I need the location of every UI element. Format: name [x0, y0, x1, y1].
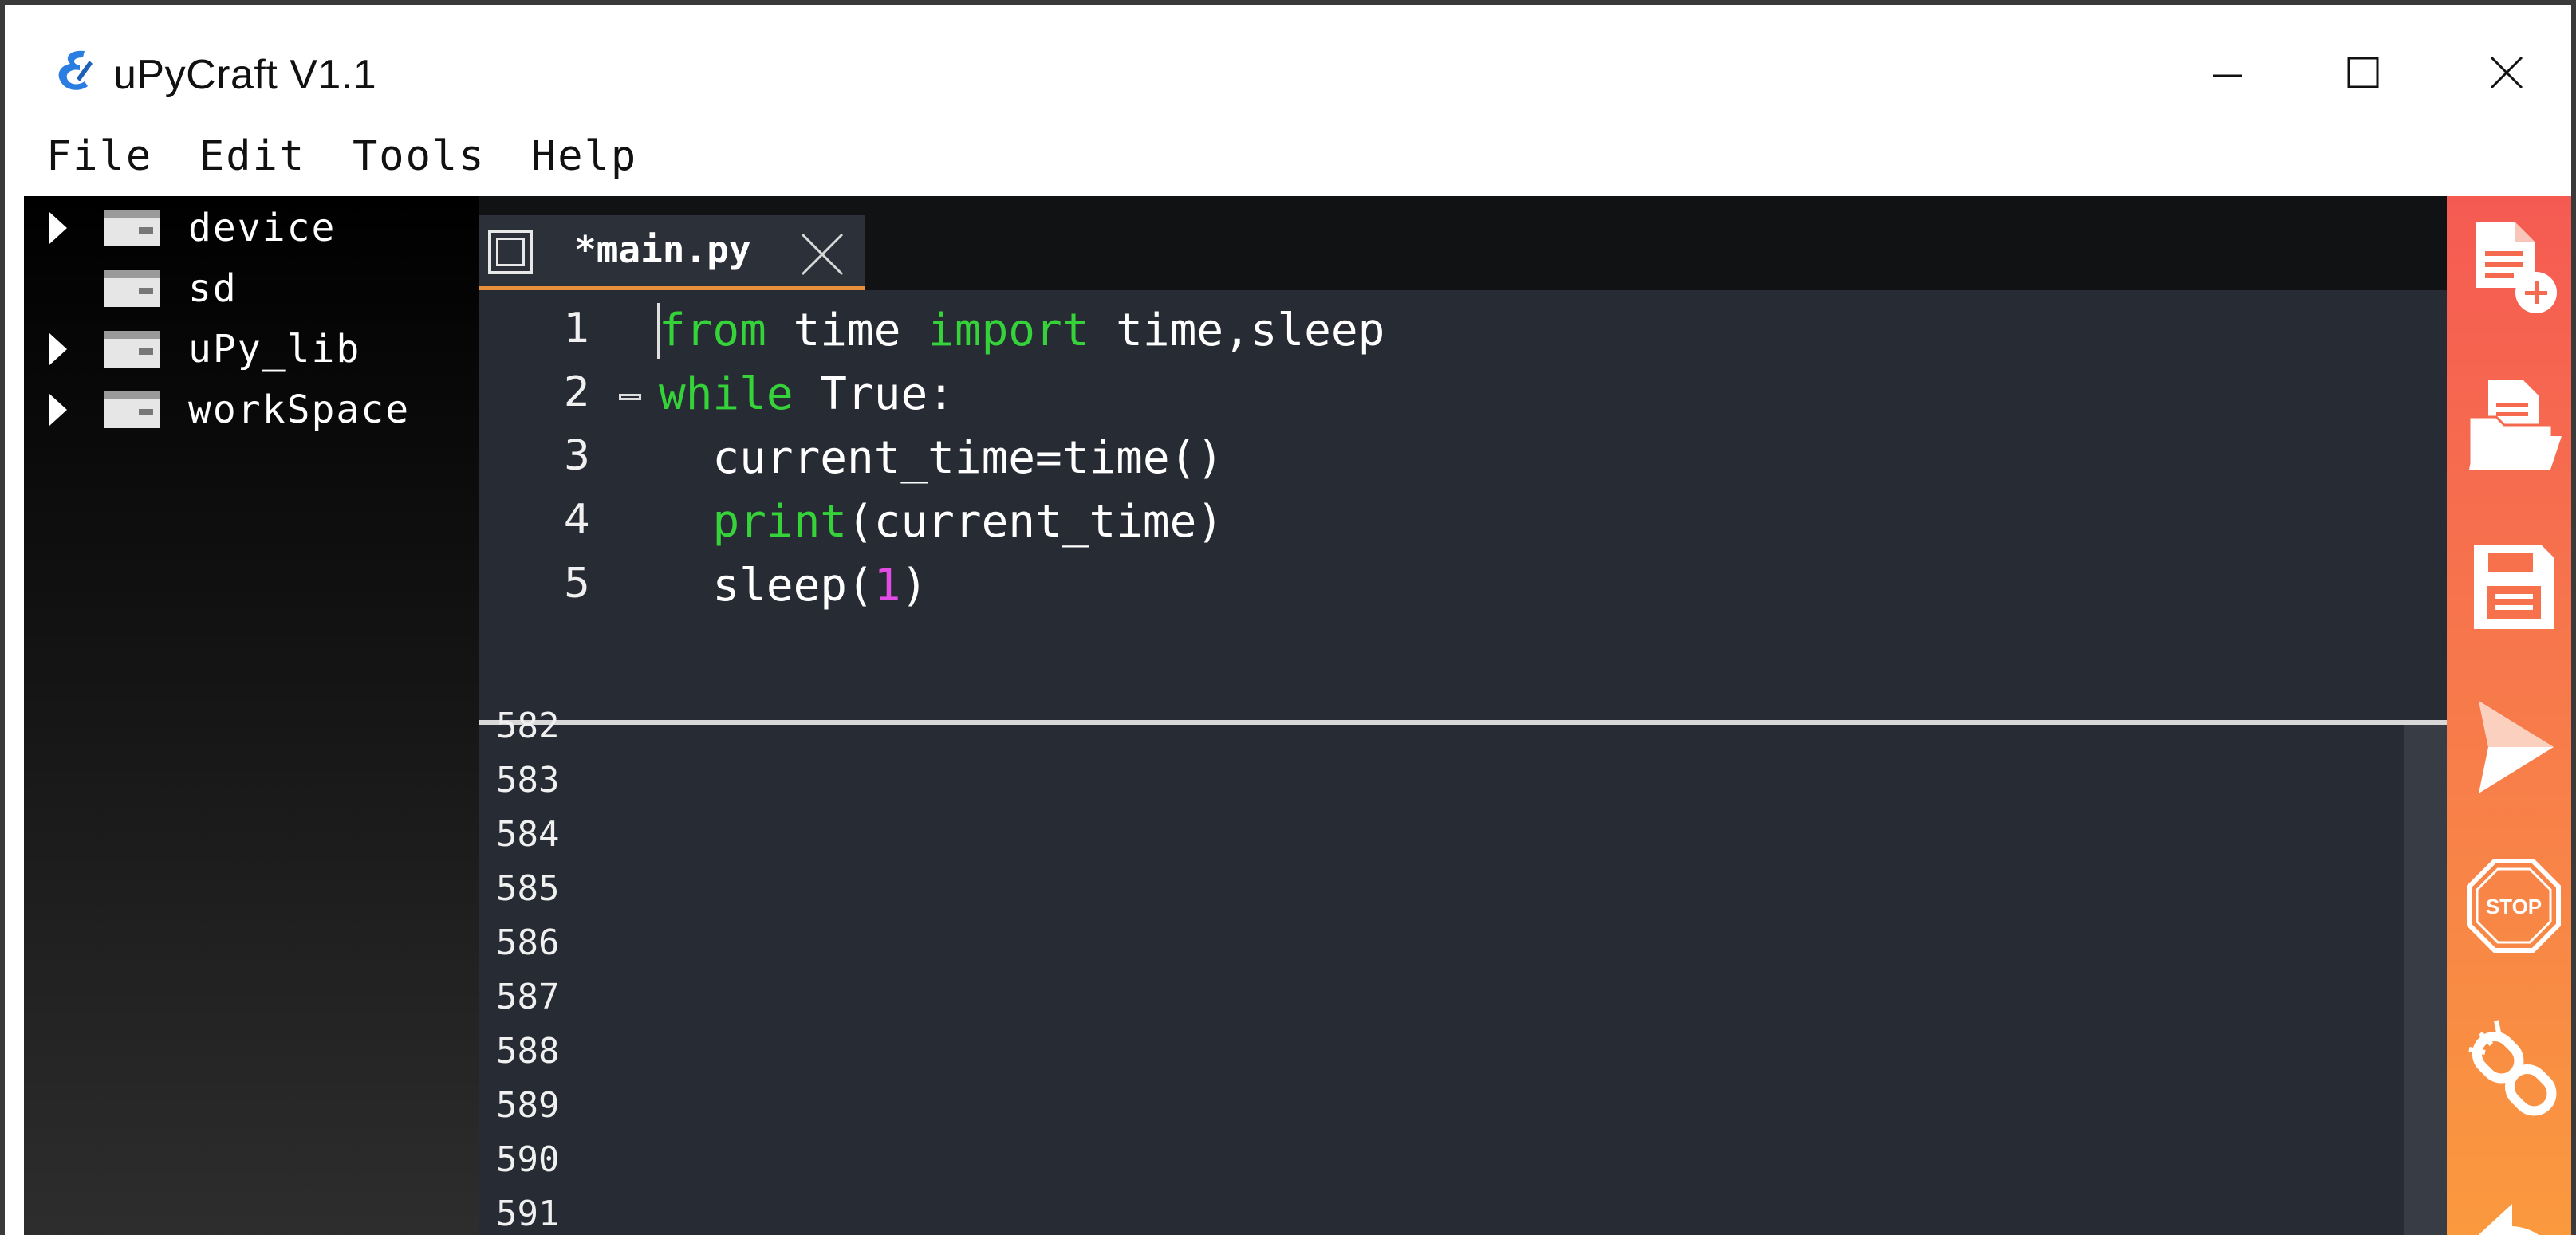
run-icon [2479, 701, 2554, 793]
menu-edit[interactable]: Edit [199, 132, 305, 180]
connect-button[interactable] [2461, 1017, 2566, 1129]
save-icon [2474, 545, 2554, 629]
tree-label: workSpace [188, 387, 411, 432]
file-tree: device sd uPy_lib workSpace [24, 196, 479, 1235]
open-file-icon [2468, 380, 2562, 471]
menu-tools[interactable]: Tools [353, 132, 486, 180]
app-window: uPyCraft V1.1 File Edit Tools Help devic… [0, 0, 2576, 1235]
undo-icon [2478, 1204, 2539, 1235]
tree-item-device[interactable]: device [24, 199, 479, 257]
code-line: 4 print(current_time) [479, 490, 2448, 553]
close-button[interactable] [2447, 29, 2566, 116]
terminal-scrollbar[interactable] [2404, 725, 2448, 1235]
code-text: current_time=time() [659, 432, 1224, 484]
new-file-icon [2476, 222, 2557, 313]
folder-icon [104, 331, 160, 368]
line-number: 3 [563, 432, 590, 480]
terminal-line: 585 [496, 868, 560, 909]
title-bar: uPyCraft V1.1 [5, 5, 2571, 124]
tree-label: uPy_lib [188, 327, 361, 372]
minimize-icon [2213, 74, 2242, 77]
open-file-button[interactable] [2461, 372, 2566, 483]
folder-icon [104, 270, 160, 307]
minimize-button[interactable] [2168, 29, 2287, 116]
terminal-line: 590 [496, 1139, 560, 1180]
maximize-icon [2347, 57, 2379, 88]
menu-bar: File Edit Tools Help [5, 124, 2571, 196]
terminal-line: 582 [496, 706, 560, 746]
folder-icon [104, 391, 160, 428]
code-text: sleep(1) [659, 560, 928, 612]
tab-label: *main.py [574, 228, 751, 271]
stop-button[interactable]: STOP [2461, 850, 2566, 962]
close-icon [2490, 56, 2523, 89]
save-button[interactable] [2461, 531, 2566, 643]
tree-item-sd[interactable]: sd [24, 260, 479, 317]
document-icon [488, 230, 533, 274]
menu-help[interactable]: Help [531, 132, 637, 180]
tree-label: sd [188, 266, 238, 311]
fold-toggle-icon[interactable] [619, 394, 641, 400]
editor-tab-bar: *main.py [479, 196, 2448, 290]
line-number: 1 [563, 305, 590, 352]
window-title: uPyCraft V1.1 [113, 52, 377, 98]
expand-arrow-icon[interactable] [49, 394, 67, 426]
close-tab-icon[interactable] [798, 230, 847, 279]
code-line: 2 while True: [479, 362, 2448, 426]
terminal-line: 587 [496, 977, 560, 1017]
line-number: 2 [563, 368, 590, 416]
stop-icon: STOP [2467, 859, 2561, 953]
tree-item-workspace[interactable]: workSpace [24, 381, 479, 439]
menu-file[interactable]: File [46, 132, 152, 180]
line-number: 5 [563, 560, 590, 608]
undo-button[interactable] [2461, 1177, 2566, 1235]
terminal-line: 586 [496, 922, 560, 963]
expand-arrow-icon[interactable] [49, 333, 67, 365]
svg-text:STOP: STOP [2486, 895, 2542, 918]
terminal-line: 588 [496, 1031, 560, 1072]
code-line: 5 sleep(1) [479, 553, 2448, 617]
run-button[interactable] [2461, 690, 2566, 802]
code-line: 3 current_time=time() [479, 426, 2448, 490]
tree-label: device [188, 206, 337, 250]
terminal-line: 584 [496, 814, 560, 855]
tree-item-upy-lib[interactable]: uPy_lib [24, 321, 479, 378]
code-line: 1 from time import time,sleep [479, 298, 2448, 362]
code-text: while True: [659, 368, 955, 420]
folder-icon [104, 210, 160, 246]
terminal-line: 589 [496, 1085, 560, 1126]
maximize-button[interactable] [2303, 29, 2423, 116]
tool-bar: STOP [2447, 196, 2571, 1235]
code-text: from time import time,sleep [659, 305, 1385, 356]
connect-icon [2468, 1020, 2557, 1116]
terminal-output[interactable]: 582 583 584 585 586 587 588 589 590 591 [479, 706, 2448, 1235]
code-editor[interactable]: *main.py 1 from time import time,sleep 2… [479, 196, 2448, 722]
terminal-line: 583 [496, 760, 560, 800]
upycraft-logo-icon [58, 50, 93, 90]
code-area[interactable]: 1 from time import time,sleep 2 while Tr… [479, 290, 2448, 722]
line-number: 4 [563, 496, 590, 544]
terminal-line: 591 [496, 1194, 560, 1234]
new-file-button[interactable] [2461, 212, 2566, 324]
tab-main-py[interactable]: *main.py [479, 215, 865, 290]
code-text: print(current_time) [712, 496, 1224, 548]
expand-arrow-icon[interactable] [49, 212, 67, 244]
